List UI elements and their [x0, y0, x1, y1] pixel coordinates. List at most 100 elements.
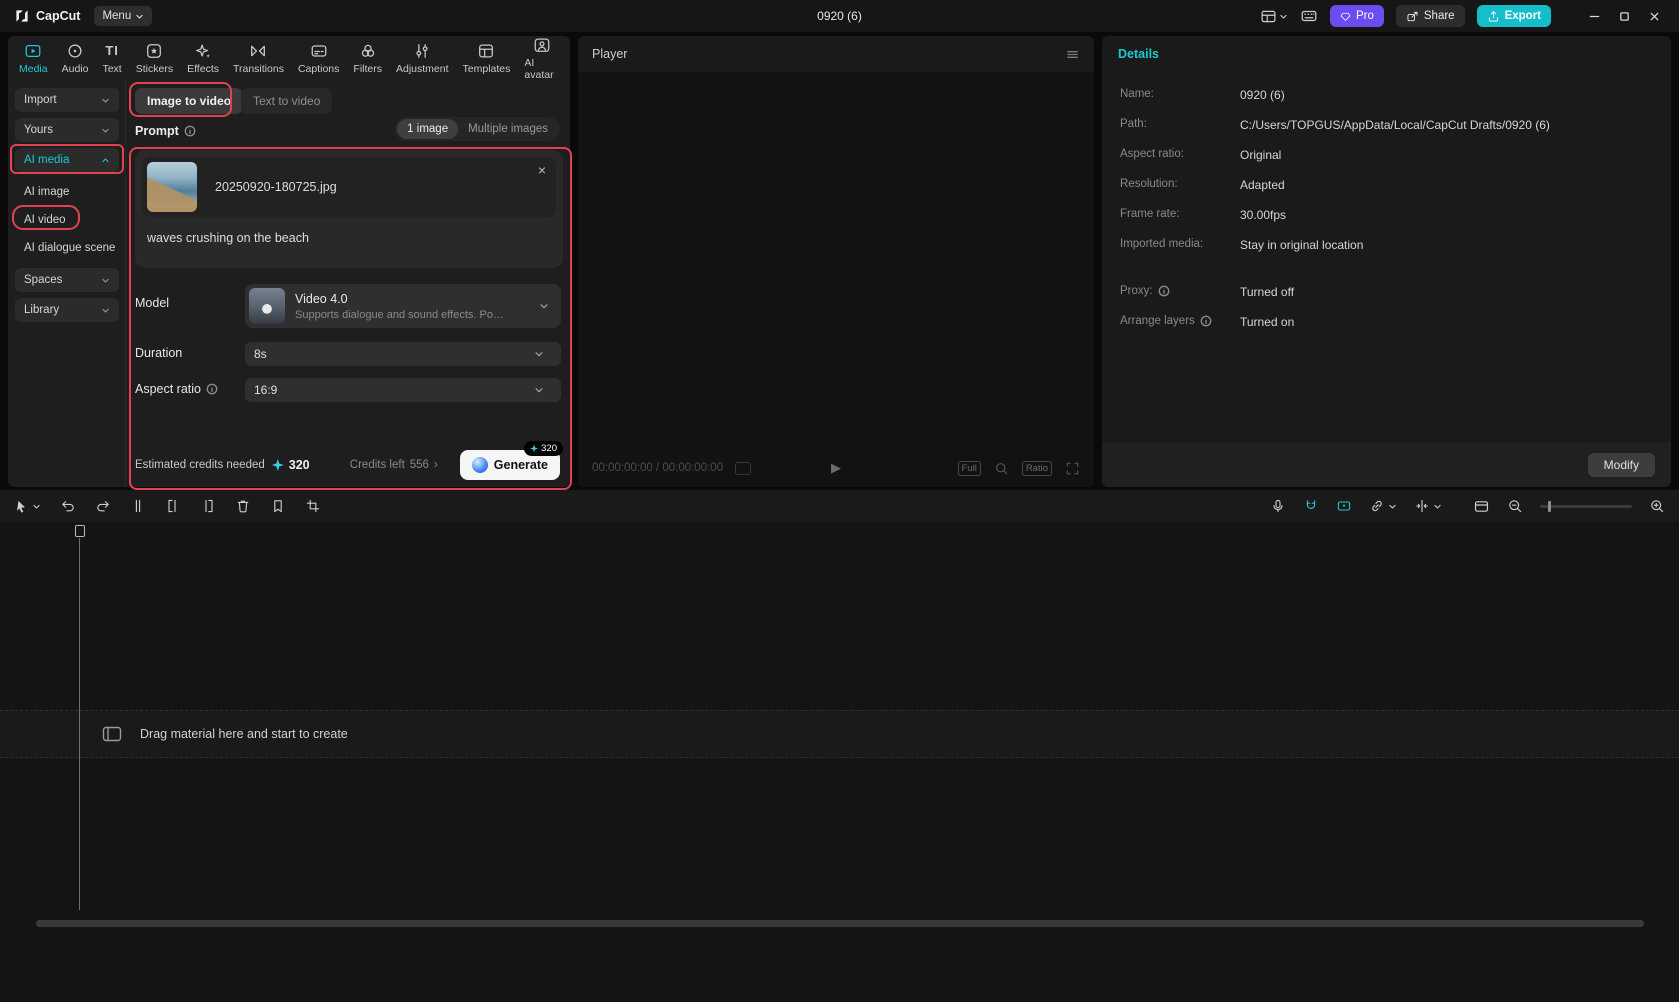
player-menu-button[interactable]: [1065, 47, 1080, 62]
tab-effects[interactable]: Effects: [180, 40, 226, 77]
detail-label: Arrange layers: [1120, 315, 1195, 327]
chevron-down-icon: [32, 502, 41, 511]
minimize-button[interactable]: [1579, 4, 1609, 28]
sidebar-item-spaces[interactable]: Spaces: [15, 268, 119, 292]
media-tabs: Media Audio TI Text Stickers Effects Tra…: [8, 36, 570, 80]
tab-ai-avatar[interactable]: AI avatar: [517, 34, 566, 83]
delete-icon[interactable]: [235, 498, 251, 514]
hamburger-icon: [1065, 47, 1080, 62]
sidebar-item-label: AI dialogue scene: [24, 242, 115, 254]
tab-filters[interactable]: Filters: [346, 40, 389, 77]
tab-text[interactable]: TI Text: [95, 40, 128, 77]
credits-left-link[interactable]: Credits left 556 ›: [350, 459, 438, 471]
model-texts: Video 4.0 Supports dialogue and sound ef…: [295, 292, 510, 321]
generate-cost-badge: 320: [524, 441, 563, 456]
playhead-handle[interactable]: [75, 525, 85, 537]
tab-templates[interactable]: Templates: [456, 40, 518, 77]
duration-select[interactable]: 8s: [245, 342, 561, 366]
share-button[interactable]: Share: [1396, 5, 1465, 27]
full-button[interactable]: Full: [958, 461, 981, 476]
sidebar-item-ai-video[interactable]: AI video: [15, 206, 118, 234]
detail-row-resolution: Resolution: Adapted: [1120, 178, 1655, 208]
multiple-images-option[interactable]: Multiple images: [458, 119, 558, 139]
remove-image-icon[interactable]: ×: [538, 163, 546, 177]
sidebar-item-ai-dialogue-scene[interactable]: AI dialogue scene: [15, 234, 118, 262]
menu-button[interactable]: Menu: [94, 6, 152, 26]
split-icon[interactable]: [130, 498, 146, 514]
snapping-toggle-button[interactable]: [1414, 498, 1442, 514]
tab-audio[interactable]: Audio: [55, 40, 96, 77]
layout-panels-icon: [1260, 8, 1277, 25]
empty-track-dropzone[interactable]: Drag material here and start to create: [0, 710, 1679, 758]
model-select[interactable]: Video 4.0 Supports dialogue and sound ef…: [245, 284, 561, 328]
sidebar-item-yours[interactable]: Yours: [15, 118, 119, 142]
select-tool-button[interactable]: [14, 499, 41, 514]
ai-sphere-icon: [472, 457, 488, 473]
maximize-button[interactable]: [1609, 4, 1639, 28]
link-icon: [1369, 498, 1385, 514]
microphone-icon[interactable]: [1270, 498, 1286, 514]
trim-left-icon[interactable]: [165, 498, 181, 514]
export-button[interactable]: Export: [1477, 5, 1551, 27]
sidebar-item-ai-media[interactable]: AI media: [15, 148, 119, 172]
generate-cost-value: 320: [541, 443, 557, 454]
capcut-logo-icon: [14, 8, 30, 24]
generate-button[interactable]: Generate 320: [460, 450, 560, 480]
tab-transitions[interactable]: Transitions: [226, 40, 291, 77]
sidebar-item-library[interactable]: Library: [15, 298, 119, 322]
tab-captions[interactable]: Captions: [291, 40, 346, 77]
bookmark-icon[interactable]: [270, 498, 286, 514]
info-icon: [1200, 315, 1212, 327]
ratio-button[interactable]: Ratio: [1022, 461, 1052, 476]
tab-adjustment[interactable]: Adjustment: [389, 40, 456, 77]
fit-zoom-icon[interactable]: [994, 461, 1009, 476]
image-to-video-tab[interactable]: Image to video: [135, 88, 243, 114]
details-footer: Modify: [1102, 443, 1671, 487]
tab-stickers[interactable]: Stickers: [129, 40, 180, 77]
pro-badge[interactable]: Pro: [1330, 5, 1384, 27]
redo-icon[interactable]: [95, 498, 111, 514]
chevron-down-icon: [135, 12, 144, 21]
undo-icon[interactable]: [60, 498, 76, 514]
crop-icon[interactable]: [305, 498, 321, 514]
text-to-video-tab[interactable]: Text to video: [241, 88, 332, 114]
detail-row-name: Name: 0920 (6): [1120, 88, 1655, 118]
zoom-in-icon[interactable]: [1649, 498, 1665, 514]
shortcuts-button[interactable]: [1300, 7, 1318, 25]
trim-right-icon[interactable]: [200, 498, 216, 514]
timeline-area[interactable]: Drag material here and start to create: [0, 522, 1679, 1002]
chevron-down-icon: [534, 385, 544, 395]
one-image-option[interactable]: 1 image: [397, 119, 458, 139]
layout-panels-button[interactable]: [1260, 8, 1288, 25]
detail-label: Resolution:: [1120, 178, 1178, 190]
details-body: Name: 0920 (6) Path: C:/Users/TOPGUS/App…: [1102, 72, 1671, 345]
modify-button[interactable]: Modify: [1588, 453, 1655, 477]
close-button[interactable]: [1639, 4, 1669, 28]
sidebar-item-label: Library: [24, 304, 59, 316]
fullscreen-icon[interactable]: [1065, 461, 1080, 476]
sidebar-item-import[interactable]: Import: [15, 88, 119, 112]
play-button[interactable]: ▶: [831, 460, 841, 476]
zoom-out-icon[interactable]: [1507, 498, 1523, 514]
detail-row-proxy: Proxy: Turned off: [1120, 285, 1655, 315]
timeline-zoom-slider[interactable]: [1540, 505, 1632, 508]
timeline-scrollbar[interactable]: [36, 920, 1644, 927]
tab-media[interactable]: Media: [12, 40, 55, 77]
aspect-ratio-select[interactable]: 16:9: [245, 378, 561, 402]
frame-toggle[interactable]: [735, 462, 751, 475]
media-strip-icon: [101, 724, 123, 744]
link-toggle-button[interactable]: [1369, 498, 1397, 514]
prompt-card[interactable]: 20250920-180725.jpg × waves crushing on …: [135, 150, 563, 268]
auto-preview-toggle-icon[interactable]: [1336, 498, 1352, 514]
snapping-icon: [1414, 498, 1430, 514]
tab-label: Adjustment: [396, 63, 449, 75]
window-controls: [1579, 4, 1669, 28]
close-icon: [1649, 11, 1660, 22]
magnet-toggle-icon[interactable]: [1303, 498, 1319, 514]
prompt-text[interactable]: waves crushing on the beach: [147, 231, 556, 245]
sidebar-item-ai-image[interactable]: AI image: [15, 178, 118, 206]
detail-value: Original: [1240, 148, 1281, 162]
zoom-slider-knob[interactable]: [1548, 501, 1551, 512]
preview-axis-icon[interactable]: [1473, 498, 1490, 515]
detail-label: Frame rate:: [1120, 208, 1179, 220]
